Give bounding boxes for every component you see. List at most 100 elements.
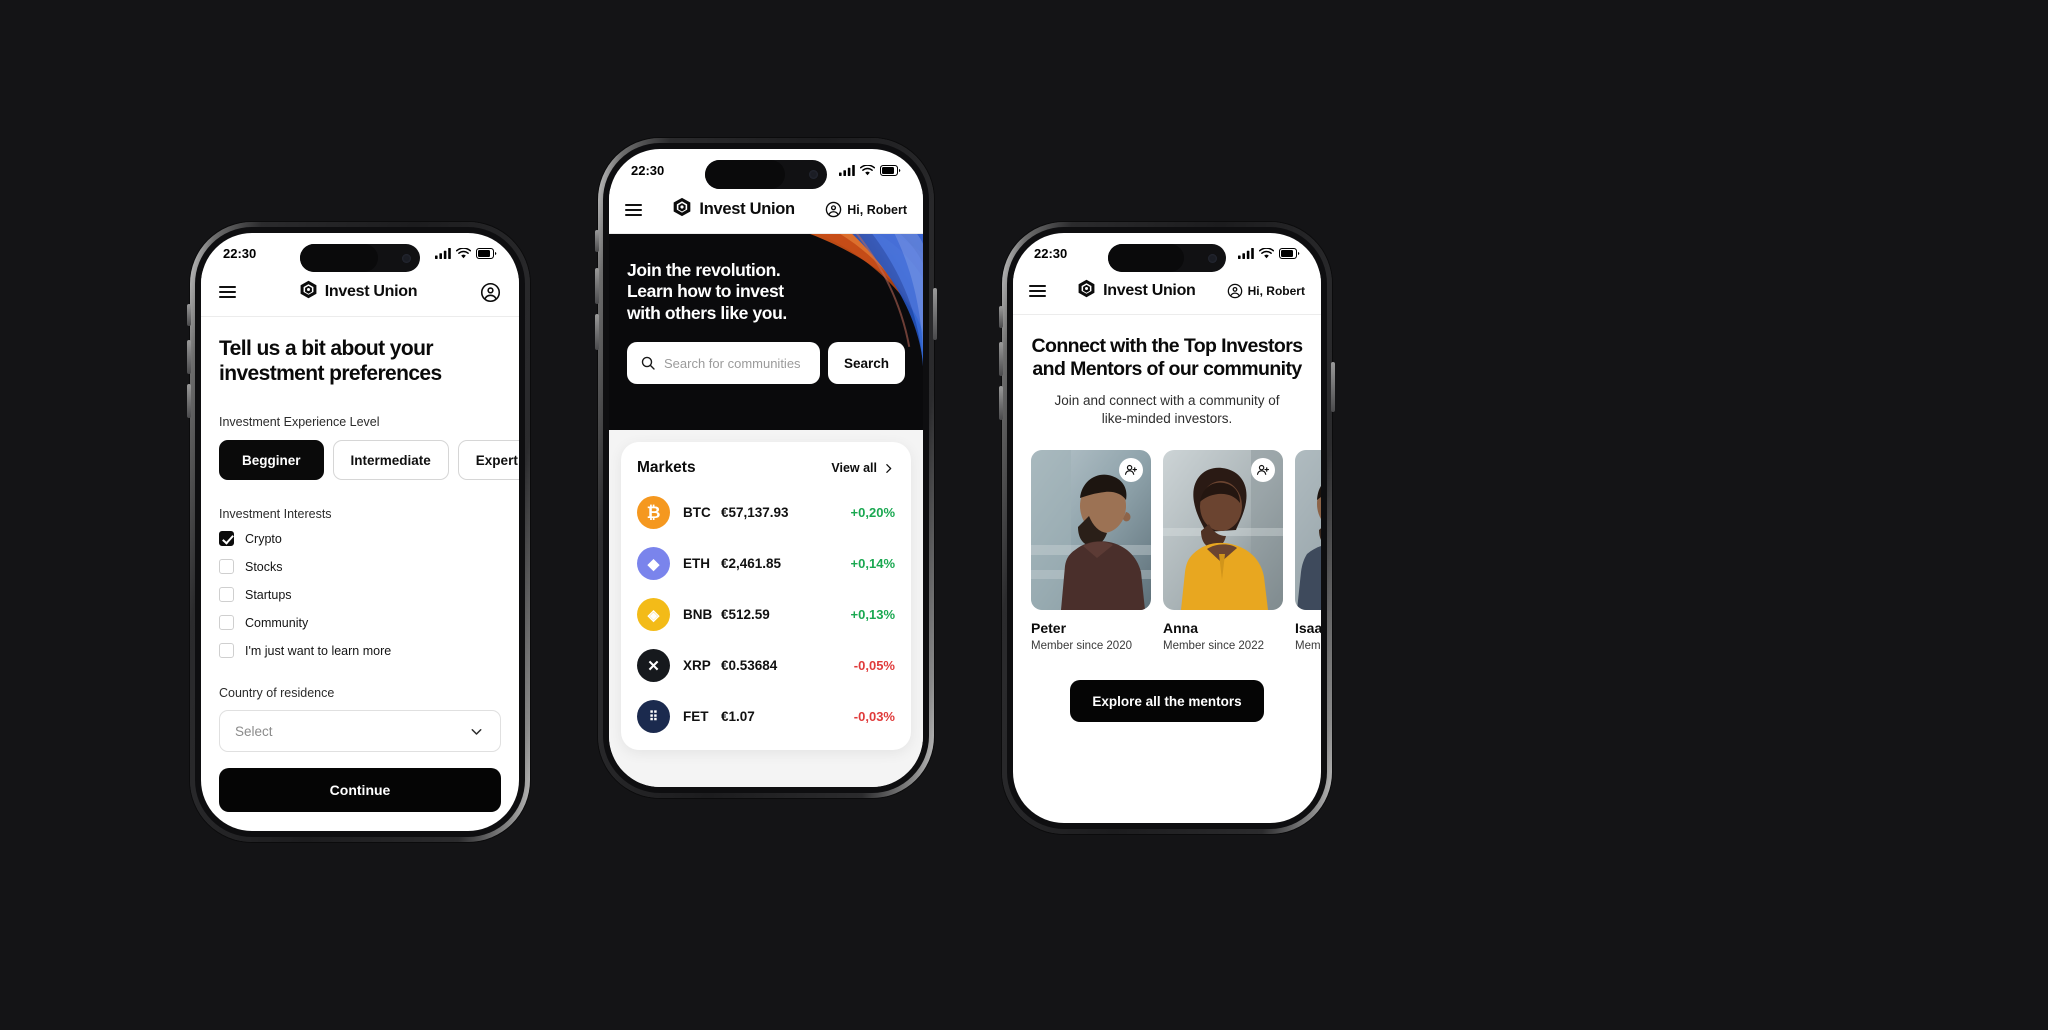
brand-logo[interactable]: Invest Union: [672, 197, 795, 222]
explore-mentors-label: Explore all the mentors: [1092, 693, 1242, 709]
mentor-card-anna[interactable]: Anna Member since 2022: [1163, 450, 1283, 652]
chevron-down-icon: [471, 728, 482, 735]
interest-row-startups[interactable]: Startups: [219, 587, 501, 603]
continue-button-label: Continue: [329, 782, 391, 799]
power-button[interactable]: [1331, 362, 1335, 412]
market-row-fet[interactable]: ⠿ FET €1.07 -0,03%: [637, 700, 895, 733]
market-price: €0.53684: [721, 658, 778, 673]
hamburger-menu-icon[interactable]: [1029, 285, 1046, 297]
mentor-card-peter[interactable]: Peter Member since 2020: [1031, 450, 1151, 652]
status-time: 22:30: [223, 246, 257, 261]
wifi-icon: [860, 165, 875, 176]
app-header: Invest Union: [201, 271, 519, 317]
country-select[interactable]: Select: [219, 710, 501, 753]
checkbox-community[interactable]: [219, 615, 234, 631]
mentors-carousel[interactable]: Peter Member since 2020 Anna Member sinc…: [1013, 450, 1321, 652]
hero-headline-line3: with others like you.: [627, 302, 787, 323]
status-time: 22:30: [631, 163, 665, 178]
fetch-ai-icon: ⠿: [637, 700, 670, 733]
mentors-subtitle-line1: Join and connect with a community of: [1054, 392, 1280, 408]
hero-headline: Join the revolution. Learn how to invest…: [627, 260, 905, 324]
mentors-title-line2: and Mentors of our community: [1032, 357, 1302, 380]
experience-option-label: Expert: [475, 452, 518, 468]
add-person-icon[interactable]: [1251, 458, 1275, 483]
experience-level-options: Begginer Intermediate Expert: [219, 440, 519, 481]
markets-card-header: Markets View all: [637, 459, 895, 477]
interest-row-crypto[interactable]: Crypto: [219, 531, 501, 547]
experience-option-expert[interactable]: Expert: [457, 440, 519, 481]
checkbox-startups[interactable]: [219, 587, 234, 603]
profile-greeting[interactable]: Hi, Robert: [825, 201, 907, 218]
volume-up-button[interactable]: [595, 268, 599, 304]
market-row-xrp[interactable]: ✕ XRP €0.53684 -0,05%: [637, 649, 895, 682]
hamburger-menu-icon[interactable]: [219, 286, 236, 298]
brand-logo[interactable]: Invest Union: [299, 280, 418, 304]
volume-up-button[interactable]: [999, 342, 1003, 376]
page-title: Tell us a bit about your investment pref…: [219, 337, 442, 385]
market-symbol: BTC: [683, 505, 711, 520]
volume-down-button[interactable]: [595, 314, 599, 350]
brand-name: Invest Union: [324, 283, 418, 300]
hamburger-menu-icon[interactable]: [625, 203, 642, 216]
interest-row-learn-more[interactable]: I'm just want to learn more: [219, 643, 501, 659]
market-row-btc[interactable]: ₿ BTC €57,137.93 +0,20%: [637, 496, 895, 529]
explore-mentors-button[interactable]: Explore all the mentors: [1070, 680, 1264, 723]
mentors-cta-wrap: Explore all the mentors: [1013, 680, 1321, 723]
interest-row-stocks[interactable]: Stocks: [219, 559, 501, 575]
add-person-icon[interactable]: [1119, 458, 1143, 483]
volume-down-button[interactable]: [187, 384, 191, 418]
battery-icon: [880, 165, 901, 176]
checkbox-crypto[interactable]: [219, 531, 234, 547]
experience-option-intermediate[interactable]: Intermediate: [332, 440, 449, 481]
continue-button[interactable]: Continue: [219, 768, 501, 813]
mute-switch[interactable]: [187, 304, 191, 326]
checkbox-stocks[interactable]: [219, 559, 234, 575]
greeting-text: Hi, Robert: [1247, 284, 1305, 298]
app-header: Invest Union Hi, Robert: [1013, 271, 1321, 315]
interest-row-community[interactable]: Community: [219, 615, 501, 631]
phone-left: 22:30 Invest Union Tell us a bit about y…: [187, 222, 530, 842]
investment-interests-options: Crypto Stocks Startups Community I'm jus…: [219, 531, 501, 659]
mute-switch[interactable]: [999, 306, 1003, 328]
app-header: Invest Union Hi, Robert: [609, 189, 923, 234]
status-indicators: [839, 165, 901, 176]
mentor-photo: [1031, 450, 1151, 611]
brand-logo[interactable]: Invest Union: [1077, 279, 1196, 303]
mentor-card-isaac[interactable]: Isaac Memb: [1295, 450, 1321, 652]
investment-interests-label: Investment Interests: [219, 507, 332, 522]
market-price: €512.59: [721, 607, 770, 622]
phone-right-screen: 22:30 Invest Union Hi, Robert Connect wi…: [1013, 233, 1321, 823]
market-change: -0,03%: [853, 709, 895, 724]
account-circle-icon[interactable]: [480, 282, 501, 303]
phone-left-screen: 22:30 Invest Union Tell us a bit about y…: [201, 233, 519, 831]
market-row-eth[interactable]: ◆ ETH €2,461.85 +0,14%: [637, 547, 895, 580]
volume-down-button[interactable]: [999, 386, 1003, 420]
screenshot-canvas: 22:30 Invest Union Tell us a bit about y…: [0, 0, 2048, 1030]
status-time: 22:30: [1034, 246, 1068, 261]
volume-up-button[interactable]: [187, 340, 191, 374]
market-price: €2,461.85: [721, 556, 782, 571]
markets-title: Markets: [637, 459, 696, 476]
search-input[interactable]: Search for communities: [627, 342, 820, 385]
checkbox-learn-more[interactable]: [219, 643, 234, 659]
market-row-bnb[interactable]: ◈ BNB €512.59 +0,13%: [637, 598, 895, 631]
experience-level-label: Investment Experience Level: [219, 415, 380, 430]
community-search-row: Search for communities Search: [627, 342, 905, 385]
bnb-icon: ◈: [637, 598, 670, 631]
country-select-value: Select: [235, 723, 273, 739]
hexagon-cube-logo-icon: [672, 197, 692, 222]
view-all-label: View all: [831, 461, 877, 475]
mentors-subtitle-line2: like-minded investors.: [1101, 410, 1233, 426]
phone-right: 22:30 Invest Union Hi, Robert Connect wi…: [999, 222, 1335, 834]
power-button[interactable]: [933, 288, 937, 340]
account-circle-icon: [1227, 283, 1242, 299]
mute-switch[interactable]: [595, 230, 599, 252]
experience-option-beginner[interactable]: Begginer: [219, 440, 324, 481]
search-button[interactable]: Search: [828, 342, 905, 385]
interest-label: Community: [245, 615, 309, 630]
account-circle-icon: [826, 201, 842, 218]
profile-greeting[interactable]: Hi, Robert: [1227, 283, 1305, 299]
view-all-link[interactable]: View all: [831, 461, 895, 475]
interest-label: Startups: [245, 587, 292, 602]
country-label: Country of residence: [219, 686, 335, 701]
